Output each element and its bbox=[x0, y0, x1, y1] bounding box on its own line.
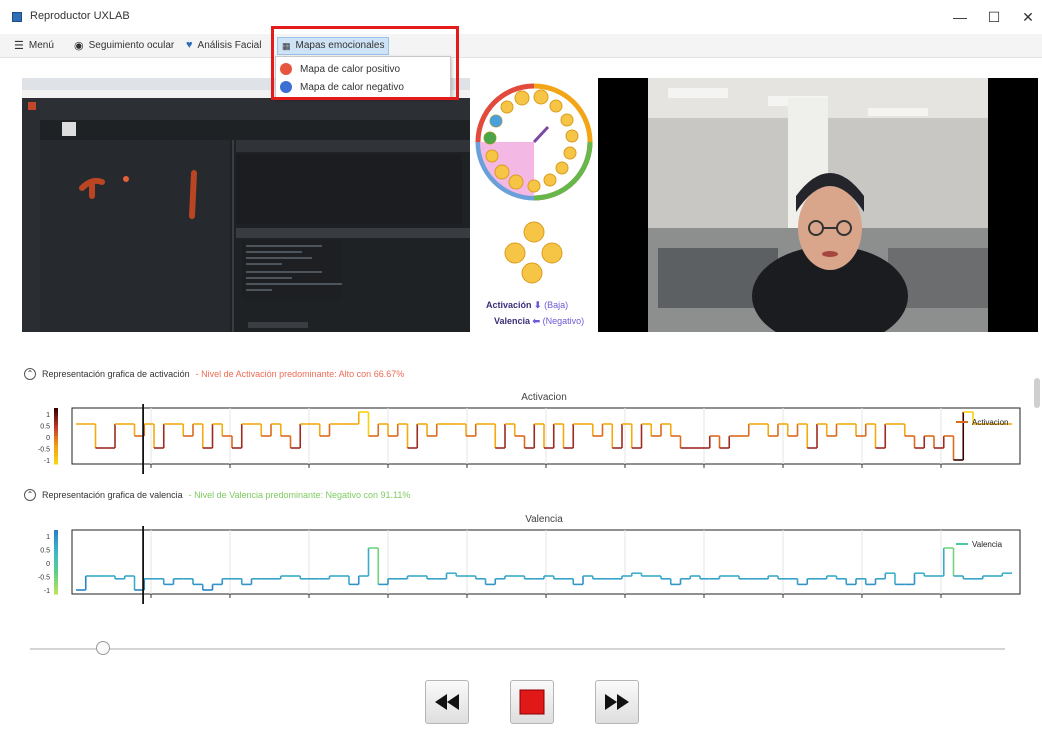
activation-value: (Baja) bbox=[544, 300, 569, 310]
activation-legend-label: Activacion bbox=[972, 418, 1008, 427]
valence-y-tick-label: 1 bbox=[46, 534, 50, 541]
activation-y-tick-label: 1 bbox=[46, 412, 50, 419]
valence-chart: 1 0.5 0 -0.5 -1 Valencia bbox=[38, 526, 1021, 604]
rewind-button[interactable] bbox=[425, 680, 469, 724]
close-button[interactable]: ✕ bbox=[1016, 6, 1040, 28]
app-logo-icon bbox=[12, 12, 22, 22]
down-arrow-icon: ⬇ bbox=[534, 300, 542, 310]
valence-colorbar-segment bbox=[54, 574, 58, 579]
menu-item-label: Mapas emocionales bbox=[295, 40, 385, 51]
map-grid-icon: ▦ bbox=[282, 41, 291, 51]
valence-summary: - Nivel de Valencia predominante: Negati… bbox=[188, 490, 411, 500]
emotion-wheel bbox=[475, 83, 593, 284]
collapse-activation-button[interactable]: ⌃ bbox=[24, 368, 36, 380]
menu-option-positive-heatmap[interactable]: Mapa de calor positivo bbox=[280, 60, 448, 78]
menu-option-negative-heatmap[interactable]: Mapa de calor negativo bbox=[280, 78, 448, 96]
fast-forward-button[interactable] bbox=[595, 680, 639, 724]
valence-section-title: Representación grafica de valencia bbox=[42, 490, 183, 500]
valence-colorbar-segment bbox=[54, 542, 58, 547]
rewind-icon bbox=[435, 694, 459, 710]
valence-colorbar-segment bbox=[54, 530, 58, 534]
valence-colorbar-segment bbox=[54, 539, 58, 544]
collapse-valence-button[interactable]: ⌃ bbox=[24, 489, 36, 501]
fast-forward-icon bbox=[605, 694, 629, 710]
valence-colorbar-segment bbox=[54, 584, 58, 589]
valence-colorbar-segment bbox=[54, 555, 58, 560]
stop-button[interactable] bbox=[510, 680, 554, 724]
activation-y-tick-label: 0 bbox=[46, 435, 50, 442]
activation-section-header: ⌃ Representación grafica de activación -… bbox=[24, 368, 404, 380]
window-title: Reproductor UXLAB bbox=[30, 10, 130, 22]
menu-item-eye-tracking[interactable]: ◉ Seguimiento ocular bbox=[74, 39, 174, 52]
valence-label: Valencia bbox=[494, 316, 531, 326]
valence-colorbar-segment bbox=[54, 558, 58, 563]
title-bar: Reproductor UXLAB — ☐ ✕ bbox=[0, 0, 1042, 34]
valence-chart-title: Valencia bbox=[525, 514, 563, 525]
valence-colorbar-segment bbox=[54, 549, 58, 553]
menu-item-facial-analysis[interactable]: ♥ Análisis Facial bbox=[186, 39, 261, 51]
timeline-track[interactable] bbox=[30, 648, 1005, 650]
positive-heatmap-icon bbox=[280, 63, 292, 75]
valence-colorbar-segment bbox=[54, 587, 58, 592]
webcam-image bbox=[648, 78, 988, 332]
vertical-scrollbar[interactable] bbox=[1034, 378, 1040, 408]
valence-legend-label: Valencia bbox=[972, 540, 1003, 549]
left-arrow-icon: ⬅ bbox=[532, 316, 541, 326]
activation-label: Activación bbox=[486, 300, 532, 310]
emotion-wheel-panel: Activación ⬇ (Baja) Valencia ⬅ (Negativo… bbox=[472, 78, 596, 332]
webcam-view bbox=[598, 78, 1038, 332]
hamburger-icon: ☰ bbox=[14, 40, 24, 52]
minimize-button[interactable]: — bbox=[948, 6, 972, 28]
timeline-handle[interactable] bbox=[96, 641, 111, 655]
activation-summary: - Nivel de Activación predominante: Alto… bbox=[195, 369, 405, 379]
valence-colorbar-segment bbox=[54, 581, 58, 585]
valence-section-header: ⌃ Representación grafica de valencia - N… bbox=[24, 489, 410, 501]
activation-colorbar-segment bbox=[54, 461, 58, 465]
menu-item-emotional-maps[interactable]: ▦ Mapas emocionales bbox=[277, 37, 390, 55]
menu-item-label: Menú bbox=[28, 40, 54, 51]
activation-chart-title: Activacion bbox=[521, 392, 567, 403]
dropdown-label: Mapa de calor negativo bbox=[300, 81, 404, 93]
valence-colorbar-segment bbox=[54, 546, 58, 550]
valence-colorbar-segment bbox=[54, 536, 58, 541]
valence-colorbar-segment bbox=[54, 562, 58, 566]
valence-colorbar-segment bbox=[54, 533, 58, 537]
screen-recording-image bbox=[22, 78, 470, 332]
heart-icon: ♥ bbox=[186, 39, 193, 51]
emotional-maps-dropdown: Mapa de calor positivo Mapa de calor neg… bbox=[275, 56, 451, 98]
activation-indicator: Activación ⬇ (Baja) bbox=[486, 300, 568, 311]
valence-y-tick-label: -0.5 bbox=[38, 575, 50, 582]
valence-colorbar-segment bbox=[54, 552, 58, 557]
valence-y-tick-label: 0.5 bbox=[40, 548, 50, 555]
activation-chart: 1 0.5 0 -0.5 -1 Activacion bbox=[38, 404, 1021, 474]
screen-recording-view bbox=[22, 78, 470, 332]
valence-colorbar-segment bbox=[54, 578, 58, 582]
maximize-button[interactable]: ☐ bbox=[982, 6, 1006, 28]
eye-tracking-icon: ◉ bbox=[74, 40, 84, 52]
stop-icon bbox=[519, 689, 545, 715]
valence-y-tick-label: 0 bbox=[46, 561, 50, 568]
activation-section-title: Representación grafica de activación bbox=[42, 369, 190, 379]
menu-item-label: Análisis Facial bbox=[197, 39, 262, 51]
menu-item-label: Seguimiento ocular bbox=[88, 40, 175, 51]
activation-y-tick-label: 0.5 bbox=[40, 424, 50, 431]
activation-y-tick-label: -1 bbox=[44, 458, 50, 465]
negative-heatmap-icon bbox=[280, 81, 292, 93]
menu-bar: ☰ Menú ◉ Seguimiento ocular ♥ Análisis F… bbox=[0, 34, 1042, 58]
valence-colorbar-segment bbox=[54, 590, 58, 595]
activation-y-tick-label: -0.5 bbox=[38, 447, 50, 454]
valence-y-tick-label: -1 bbox=[44, 588, 50, 595]
valence-colorbar-segment bbox=[54, 568, 58, 573]
valence-colorbar-segment bbox=[54, 565, 58, 569]
valence-indicator: Valencia ⬅ (Negativo) bbox=[494, 316, 584, 327]
dropdown-label: Mapa de calor positivo bbox=[300, 63, 401, 75]
menu-item-menu[interactable]: ☰ Menú bbox=[14, 39, 54, 52]
valence-value: (Negativo) bbox=[542, 316, 585, 326]
valence-colorbar-segment bbox=[54, 571, 58, 576]
